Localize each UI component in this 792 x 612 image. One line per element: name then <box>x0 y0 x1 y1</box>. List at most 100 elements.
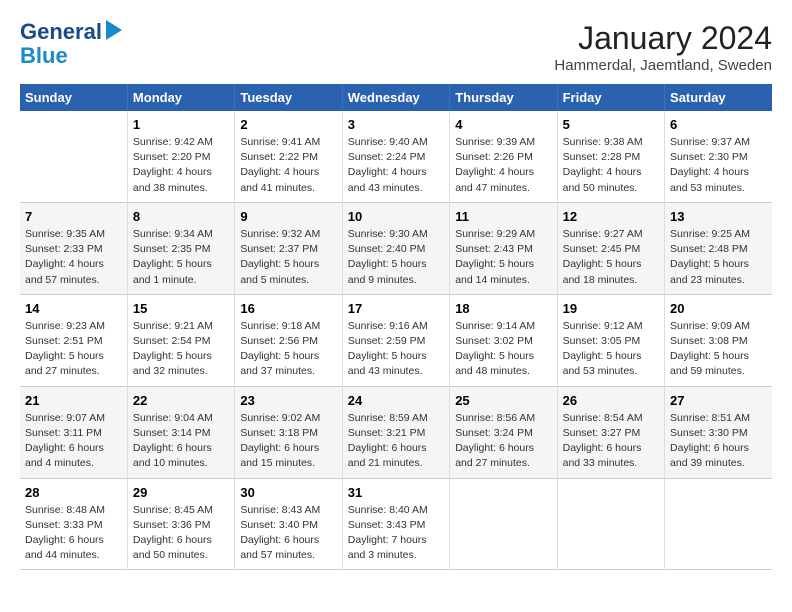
calendar-cell: 1 Sunrise: 9:42 AM Sunset: 2:20 PM Dayli… <box>127 111 234 202</box>
calendar-cell: 8 Sunrise: 9:34 AM Sunset: 2:35 PM Dayli… <box>127 202 234 294</box>
day-number: 19 <box>563 301 659 316</box>
day-number: 27 <box>670 393 767 408</box>
calendar-cell: 2 Sunrise: 9:41 AM Sunset: 2:22 PM Dayli… <box>235 111 342 202</box>
day-info: Sunrise: 9:21 AM Sunset: 2:54 PM Dayligh… <box>133 319 229 380</box>
day-info: Sunrise: 9:41 AM Sunset: 2:22 PM Dayligh… <box>240 135 336 196</box>
day-info: Sunrise: 9:34 AM Sunset: 2:35 PM Dayligh… <box>133 227 229 288</box>
day-info: Sunrise: 9:39 AM Sunset: 2:26 PM Dayligh… <box>455 135 551 196</box>
logo-general: General <box>20 20 102 44</box>
day-info: Sunrise: 9:27 AM Sunset: 2:45 PM Dayligh… <box>563 227 659 288</box>
day-info: Sunrise: 8:59 AM Sunset: 3:21 PM Dayligh… <box>348 411 444 472</box>
day-number: 12 <box>563 209 659 224</box>
calendar-week-row: 14 Sunrise: 9:23 AM Sunset: 2:51 PM Dayl… <box>20 294 772 386</box>
day-number: 20 <box>670 301 767 316</box>
day-info: Sunrise: 9:14 AM Sunset: 3:02 PM Dayligh… <box>455 319 551 380</box>
day-info: Sunrise: 9:30 AM Sunset: 2:40 PM Dayligh… <box>348 227 444 288</box>
day-number: 3 <box>348 117 444 132</box>
calendar-week-row: 21 Sunrise: 9:07 AM Sunset: 3:11 PM Dayl… <box>20 386 772 478</box>
calendar-cell: 13 Sunrise: 9:25 AM Sunset: 2:48 PM Dayl… <box>665 202 772 294</box>
day-number: 11 <box>455 209 551 224</box>
day-number: 7 <box>25 209 122 224</box>
calendar-cell: 28 Sunrise: 8:48 AM Sunset: 3:33 PM Dayl… <box>20 478 127 570</box>
day-info: Sunrise: 8:40 AM Sunset: 3:43 PM Dayligh… <box>348 503 444 564</box>
header-day-sunday: Sunday <box>20 84 127 111</box>
calendar-cell: 16 Sunrise: 9:18 AM Sunset: 2:56 PM Dayl… <box>235 294 342 386</box>
calendar-cell <box>450 478 557 570</box>
page-header: General Blue January 2024 Hammerdal, Jae… <box>20 20 772 74</box>
day-number: 28 <box>25 485 122 500</box>
calendar-cell <box>20 111 127 202</box>
calendar-cell: 15 Sunrise: 9:21 AM Sunset: 2:54 PM Dayl… <box>127 294 234 386</box>
day-info: Sunrise: 9:25 AM Sunset: 2:48 PM Dayligh… <box>670 227 767 288</box>
day-info: Sunrise: 9:16 AM Sunset: 2:59 PM Dayligh… <box>348 319 444 380</box>
calendar-table: SundayMondayTuesdayWednesdayThursdayFrid… <box>20 84 772 570</box>
day-info: Sunrise: 9:09 AM Sunset: 3:08 PM Dayligh… <box>670 319 767 380</box>
calendar-cell: 7 Sunrise: 9:35 AM Sunset: 2:33 PM Dayli… <box>20 202 127 294</box>
day-number: 18 <box>455 301 551 316</box>
day-number: 9 <box>240 209 336 224</box>
day-number: 13 <box>670 209 767 224</box>
day-info: Sunrise: 9:37 AM Sunset: 2:30 PM Dayligh… <box>670 135 767 196</box>
day-number: 23 <box>240 393 336 408</box>
calendar-cell: 22 Sunrise: 9:04 AM Sunset: 3:14 PM Dayl… <box>127 386 234 478</box>
logo-arrow-icon <box>106 20 122 40</box>
day-number: 25 <box>455 393 551 408</box>
calendar-header-row: SundayMondayTuesdayWednesdayThursdayFrid… <box>20 84 772 111</box>
calendar-cell: 17 Sunrise: 9:16 AM Sunset: 2:59 PM Dayl… <box>342 294 449 386</box>
day-info: Sunrise: 9:42 AM Sunset: 2:20 PM Dayligh… <box>133 135 229 196</box>
calendar-cell: 20 Sunrise: 9:09 AM Sunset: 3:08 PM Dayl… <box>665 294 772 386</box>
day-number: 16 <box>240 301 336 316</box>
day-number: 14 <box>25 301 122 316</box>
calendar-cell: 21 Sunrise: 9:07 AM Sunset: 3:11 PM Dayl… <box>20 386 127 478</box>
day-number: 1 <box>133 117 229 132</box>
calendar-cell: 25 Sunrise: 8:56 AM Sunset: 3:24 PM Dayl… <box>450 386 557 478</box>
day-number: 22 <box>133 393 229 408</box>
day-info: Sunrise: 8:48 AM Sunset: 3:33 PM Dayligh… <box>25 503 122 564</box>
day-number: 17 <box>348 301 444 316</box>
calendar-cell: 9 Sunrise: 9:32 AM Sunset: 2:37 PM Dayli… <box>235 202 342 294</box>
calendar-week-row: 7 Sunrise: 9:35 AM Sunset: 2:33 PM Dayli… <box>20 202 772 294</box>
day-info: Sunrise: 8:45 AM Sunset: 3:36 PM Dayligh… <box>133 503 229 564</box>
day-info: Sunrise: 9:32 AM Sunset: 2:37 PM Dayligh… <box>240 227 336 288</box>
day-info: Sunrise: 8:43 AM Sunset: 3:40 PM Dayligh… <box>240 503 336 564</box>
calendar-cell: 4 Sunrise: 9:39 AM Sunset: 2:26 PM Dayli… <box>450 111 557 202</box>
day-number: 24 <box>348 393 444 408</box>
day-number: 6 <box>670 117 767 132</box>
calendar-cell: 12 Sunrise: 9:27 AM Sunset: 2:45 PM Dayl… <box>557 202 664 294</box>
calendar-cell: 23 Sunrise: 9:02 AM Sunset: 3:18 PM Dayl… <box>235 386 342 478</box>
day-number: 10 <box>348 209 444 224</box>
day-info: Sunrise: 9:12 AM Sunset: 3:05 PM Dayligh… <box>563 319 659 380</box>
calendar-cell: 18 Sunrise: 9:14 AM Sunset: 3:02 PM Dayl… <box>450 294 557 386</box>
calendar-cell: 29 Sunrise: 8:45 AM Sunset: 3:36 PM Dayl… <box>127 478 234 570</box>
calendar-week-row: 28 Sunrise: 8:48 AM Sunset: 3:33 PM Dayl… <box>20 478 772 570</box>
calendar-cell: 19 Sunrise: 9:12 AM Sunset: 3:05 PM Dayl… <box>557 294 664 386</box>
day-info: Sunrise: 9:18 AM Sunset: 2:56 PM Dayligh… <box>240 319 336 380</box>
calendar-cell <box>557 478 664 570</box>
calendar-cell: 30 Sunrise: 8:43 AM Sunset: 3:40 PM Dayl… <box>235 478 342 570</box>
month-year-title: January 2024 <box>554 20 772 57</box>
header-day-saturday: Saturday <box>665 84 772 111</box>
calendar-cell: 14 Sunrise: 9:23 AM Sunset: 2:51 PM Dayl… <box>20 294 127 386</box>
day-info: Sunrise: 8:56 AM Sunset: 3:24 PM Dayligh… <box>455 411 551 472</box>
day-info: Sunrise: 8:51 AM Sunset: 3:30 PM Dayligh… <box>670 411 767 472</box>
day-number: 8 <box>133 209 229 224</box>
calendar-cell: 11 Sunrise: 9:29 AM Sunset: 2:43 PM Dayl… <box>450 202 557 294</box>
calendar-cell <box>665 478 772 570</box>
calendar-cell: 6 Sunrise: 9:37 AM Sunset: 2:30 PM Dayli… <box>665 111 772 202</box>
calendar-cell: 31 Sunrise: 8:40 AM Sunset: 3:43 PM Dayl… <box>342 478 449 570</box>
day-info: Sunrise: 9:23 AM Sunset: 2:51 PM Dayligh… <box>25 319 122 380</box>
calendar-cell: 27 Sunrise: 8:51 AM Sunset: 3:30 PM Dayl… <box>665 386 772 478</box>
day-info: Sunrise: 9:07 AM Sunset: 3:11 PM Dayligh… <box>25 411 122 472</box>
logo-blue: Blue <box>20 44 122 68</box>
calendar-cell: 10 Sunrise: 9:30 AM Sunset: 2:40 PM Dayl… <box>342 202 449 294</box>
header-day-wednesday: Wednesday <box>342 84 449 111</box>
day-number: 29 <box>133 485 229 500</box>
calendar-cell: 3 Sunrise: 9:40 AM Sunset: 2:24 PM Dayli… <box>342 111 449 202</box>
day-number: 2 <box>240 117 336 132</box>
day-info: Sunrise: 9:35 AM Sunset: 2:33 PM Dayligh… <box>25 227 122 288</box>
day-number: 26 <box>563 393 659 408</box>
calendar-cell: 26 Sunrise: 8:54 AM Sunset: 3:27 PM Dayl… <box>557 386 664 478</box>
day-number: 4 <box>455 117 551 132</box>
calendar-week-row: 1 Sunrise: 9:42 AM Sunset: 2:20 PM Dayli… <box>20 111 772 202</box>
header-day-friday: Friday <box>557 84 664 111</box>
